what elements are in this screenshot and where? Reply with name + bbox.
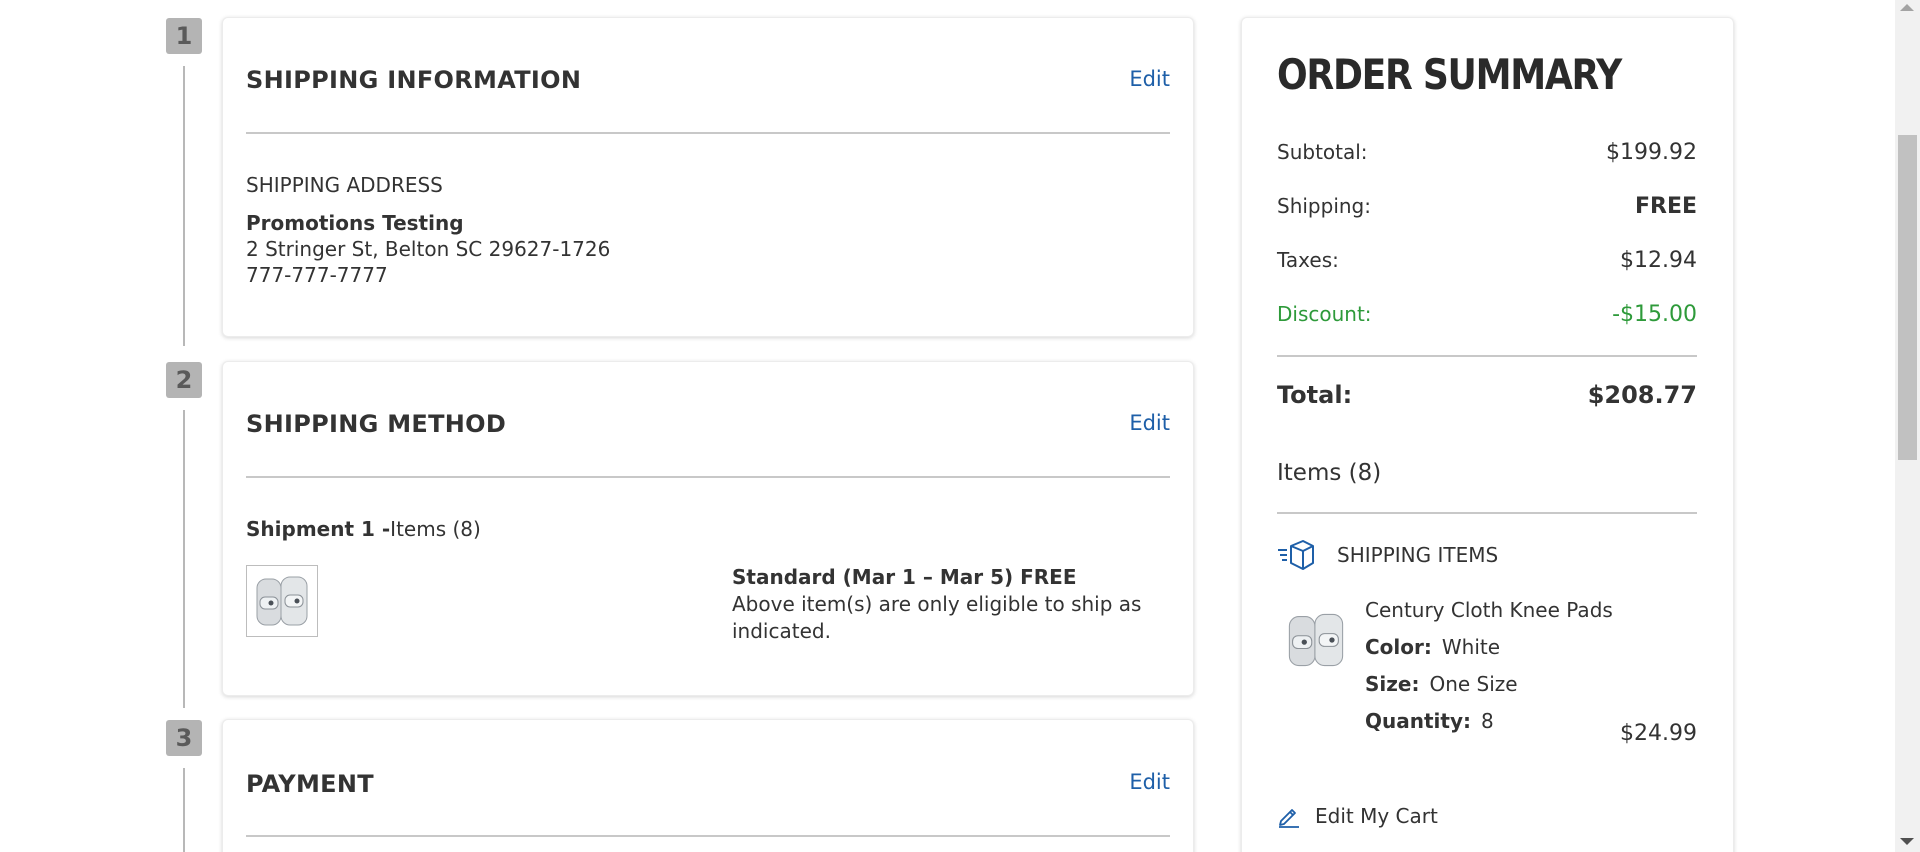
product-thumbnail bbox=[246, 565, 318, 637]
edit-my-cart-link[interactable]: Edit My Cart bbox=[1277, 804, 1438, 828]
payment-title: PAYMENT bbox=[246, 770, 374, 798]
shipping-row: Shipping: FREE bbox=[1277, 194, 1697, 219]
divider bbox=[246, 476, 1170, 478]
shipping-method-title: SHIPPING METHOD bbox=[246, 410, 507, 438]
shipping-option-note: Above item(s) are only eligible to ship … bbox=[732, 592, 1142, 643]
product-color: Color: White bbox=[1365, 635, 1500, 659]
scroll-up-arrow-icon[interactable] bbox=[1900, 4, 1914, 11]
quantity-value: 8 bbox=[1481, 709, 1494, 733]
items-count: Items (8) bbox=[1277, 460, 1382, 486]
shipping-address-label: SHIPPING ADDRESS bbox=[246, 173, 443, 197]
shipping-information-title: SHIPPING INFORMATION bbox=[246, 66, 582, 94]
edit-shipping-method-link[interactable]: Edit bbox=[1129, 411, 1170, 435]
step-2-badge: 2 bbox=[166, 362, 202, 398]
size-label: Size: bbox=[1365, 672, 1420, 696]
shipment-items-count: Items (8) bbox=[390, 517, 481, 541]
scrollbar-thumb[interactable] bbox=[1898, 135, 1917, 460]
subtotal-row: Subtotal: $199.92 bbox=[1277, 140, 1697, 165]
discount-label: Discount: bbox=[1277, 302, 1372, 326]
order-summary-panel: ORDER SUMMARY Subtotal: $199.92 Shipping… bbox=[1241, 17, 1734, 852]
divider bbox=[1277, 512, 1697, 514]
step-2-connector bbox=[183, 410, 185, 708]
product-size: Size: One Size bbox=[1365, 672, 1518, 696]
color-label: Color: bbox=[1365, 635, 1432, 659]
shipping-items-label: SHIPPING ITEMS bbox=[1337, 543, 1499, 567]
divider bbox=[246, 835, 1170, 837]
edit-shipping-information-link[interactable]: Edit bbox=[1129, 67, 1170, 91]
taxes-label: Taxes: bbox=[1277, 248, 1339, 272]
step-3-connector bbox=[183, 768, 185, 852]
total-value: $208.77 bbox=[1587, 381, 1697, 409]
edit-payment-link[interactable]: Edit bbox=[1129, 770, 1170, 794]
street-address: 2 Stringer St, Belton SC 29627-1726 bbox=[246, 237, 611, 261]
recipient-name: Promotions Testing bbox=[246, 211, 464, 235]
total-row: Total: $208.77 bbox=[1277, 381, 1697, 409]
shipping-items-header: SHIPPING ITEMS bbox=[1277, 538, 1498, 572]
order-summary-title: ORDER SUMMARY bbox=[1277, 50, 1622, 99]
divider bbox=[246, 132, 1170, 134]
knee-pads-image bbox=[1288, 613, 1344, 667]
color-value: White bbox=[1441, 635, 1501, 659]
discount-row: Discount: -$15.00 bbox=[1277, 302, 1697, 327]
step-1-connector bbox=[183, 66, 185, 346]
product-price: $24.99 bbox=[1620, 721, 1697, 746]
step-3-badge: 3 bbox=[166, 720, 202, 756]
scroll-down-arrow-icon[interactable] bbox=[1900, 838, 1914, 845]
shipping-information-card: SHIPPING INFORMATION Edit SHIPPING ADDRE… bbox=[222, 17, 1194, 337]
quantity-label: Quantity: bbox=[1365, 709, 1471, 733]
subtotal-label: Subtotal: bbox=[1277, 140, 1368, 164]
shipping-option-title: Standard (Mar 1 – Mar 5) FREE bbox=[732, 565, 1077, 589]
shipment-label: Shipment 1 - bbox=[246, 517, 391, 541]
product-quantity: Quantity: 8 bbox=[1365, 709, 1494, 733]
taxes-value: $12.94 bbox=[1620, 248, 1697, 273]
product-name: Century Cloth Knee Pads bbox=[1365, 598, 1613, 622]
pencil-icon bbox=[1279, 809, 1299, 828]
taxes-row: Taxes: $12.94 bbox=[1277, 248, 1697, 273]
shipping-value: FREE bbox=[1634, 194, 1697, 219]
subtotal-value: $199.92 bbox=[1606, 140, 1697, 165]
shipping-method-card: SHIPPING METHOD Edit Shipment 1 -Items (… bbox=[222, 361, 1194, 696]
divider bbox=[1277, 355, 1697, 357]
total-label: Total: bbox=[1277, 381, 1353, 409]
step-1-badge: 1 bbox=[166, 18, 202, 54]
phone-number: 777-777-7777 bbox=[246, 263, 388, 287]
edit-my-cart-label: Edit My Cart bbox=[1315, 804, 1438, 828]
package-box-icon bbox=[1278, 540, 1314, 570]
discount-value: -$15.00 bbox=[1612, 302, 1697, 327]
size-value: One Size bbox=[1429, 672, 1518, 696]
payment-card: PAYMENT Edit bbox=[222, 719, 1194, 852]
summary-product-image bbox=[1280, 604, 1352, 676]
shipment-heading: Shipment 1 -Items (8) bbox=[246, 517, 481, 541]
shipping-label: Shipping: bbox=[1277, 194, 1371, 218]
shipping-option: Standard (Mar 1 – Mar 5) FREE Above item… bbox=[732, 564, 1152, 645]
knee-pads-image bbox=[256, 576, 308, 626]
